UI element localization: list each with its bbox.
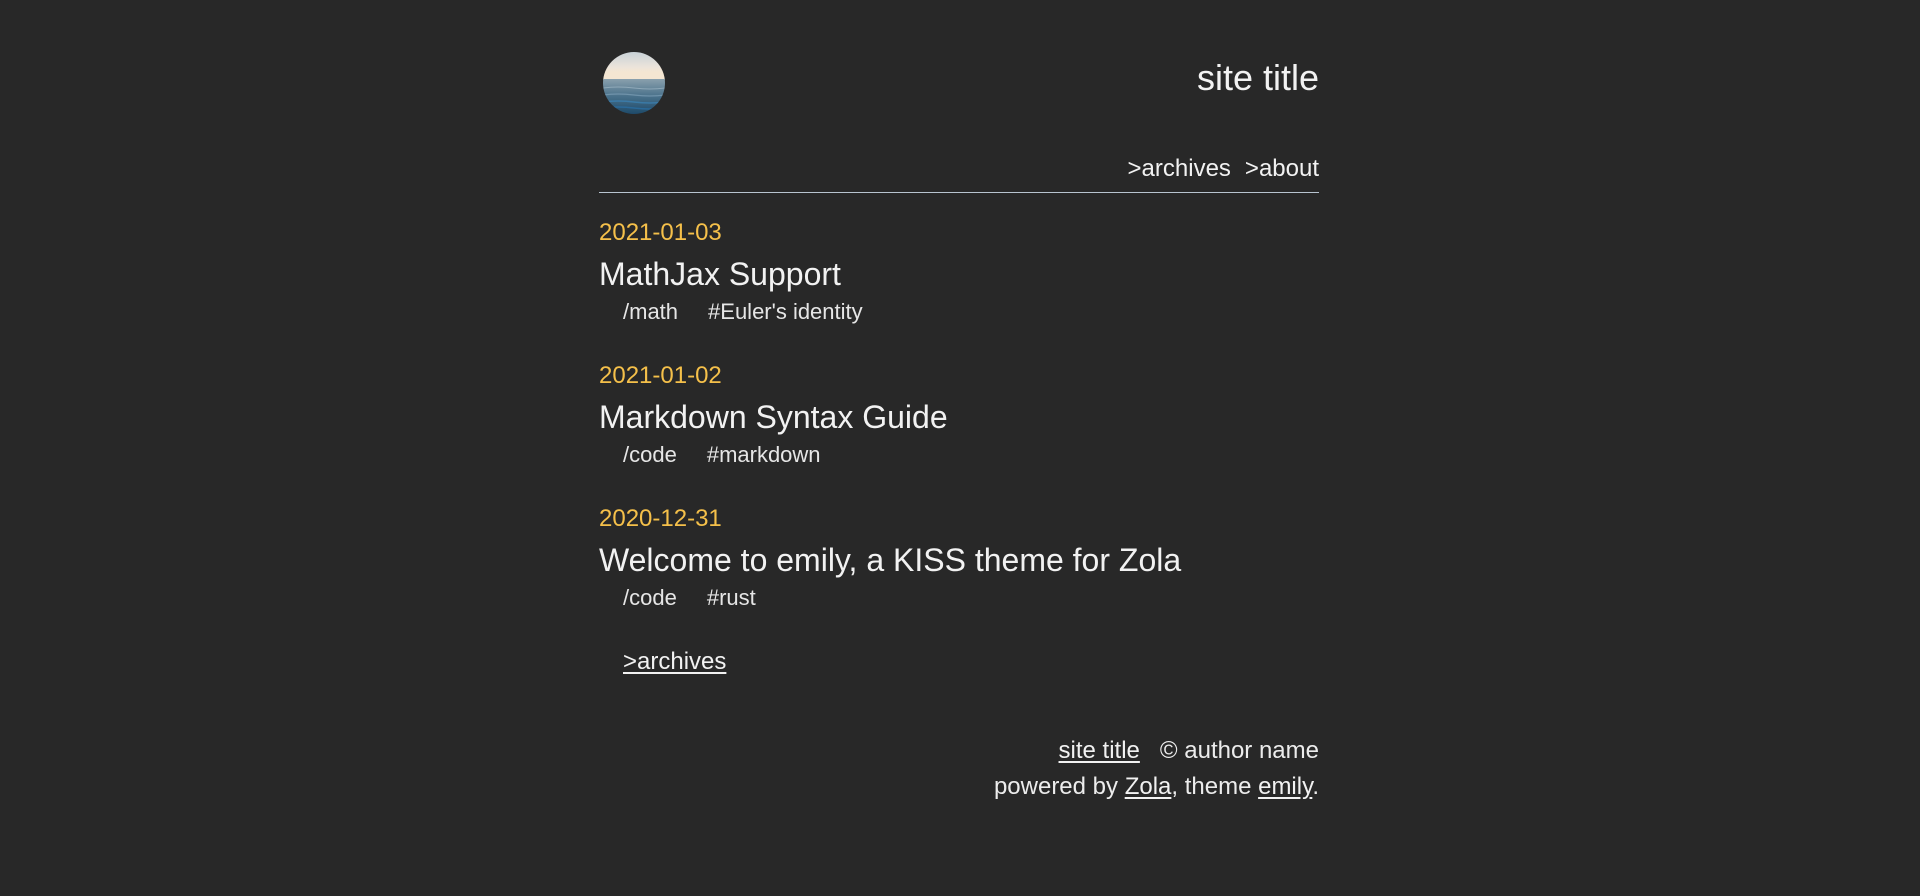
post-item: 2021-01-02 Markdown Syntax Guide /code #… [599,361,1319,504]
emily-link[interactable]: emily [1258,773,1312,800]
post-title-link[interactable]: MathJax Support [599,255,1319,293]
post-date: 2021-01-02 [599,362,722,389]
footer-copyright: © author name [1159,737,1319,764]
zola-link[interactable]: Zola [1125,773,1172,800]
archives-more-link[interactable]: >archives [623,647,726,677]
footer-theme-text: , theme [1171,773,1259,800]
footer-period: . [1312,773,1319,800]
post-category-link[interactable]: /code [623,584,677,612]
post-meta: /math #Euler's identity [599,298,1319,326]
post-date: 2020-12-31 [599,505,722,532]
post-tag-link[interactable]: #markdown [707,441,821,469]
avatar[interactable] [603,52,665,114]
nav-archives[interactable]: >archives [1128,154,1231,184]
post-category-link[interactable]: /code [623,441,677,469]
site-footer: site title © author name powered by Zola,… [994,733,1319,805]
nav-about[interactable]: >about [1245,154,1319,184]
main-nav: >archives >about [1128,154,1319,184]
post-title-link[interactable]: Welcome to emily, a KISS theme for Zola [599,541,1319,579]
post-list: 2021-01-03 MathJax Support /math #Euler'… [599,218,1319,647]
post-title-link[interactable]: Markdown Syntax Guide [599,398,1319,436]
footer-line-1: site title © author name [994,733,1319,769]
footer-line-2: powered by Zola, theme emily. [994,769,1319,805]
post-date: 2021-01-03 [599,219,722,246]
post-item: 2020-12-31 Welcome to emily, a KISS them… [599,504,1319,647]
post-tag-link[interactable]: #Euler's identity [708,298,863,326]
post-item: 2021-01-03 MathJax Support /math #Euler'… [599,218,1319,361]
ocean-horizon-icon [603,52,665,114]
site-header: site title [599,0,1319,150]
post-category-link[interactable]: /math [623,298,678,326]
footer-powered-text: powered by [993,773,1125,800]
header-divider [599,192,1319,193]
post-tag-link[interactable]: #rust [707,584,756,612]
site-title[interactable]: site title [1197,56,1319,100]
footer-site-title-link[interactable]: site title [1059,737,1140,764]
post-meta: /code #rust [599,584,1319,612]
page: site title >archives >about 2021-01-03 M… [599,0,1319,800]
post-meta: /code #markdown [599,441,1319,469]
